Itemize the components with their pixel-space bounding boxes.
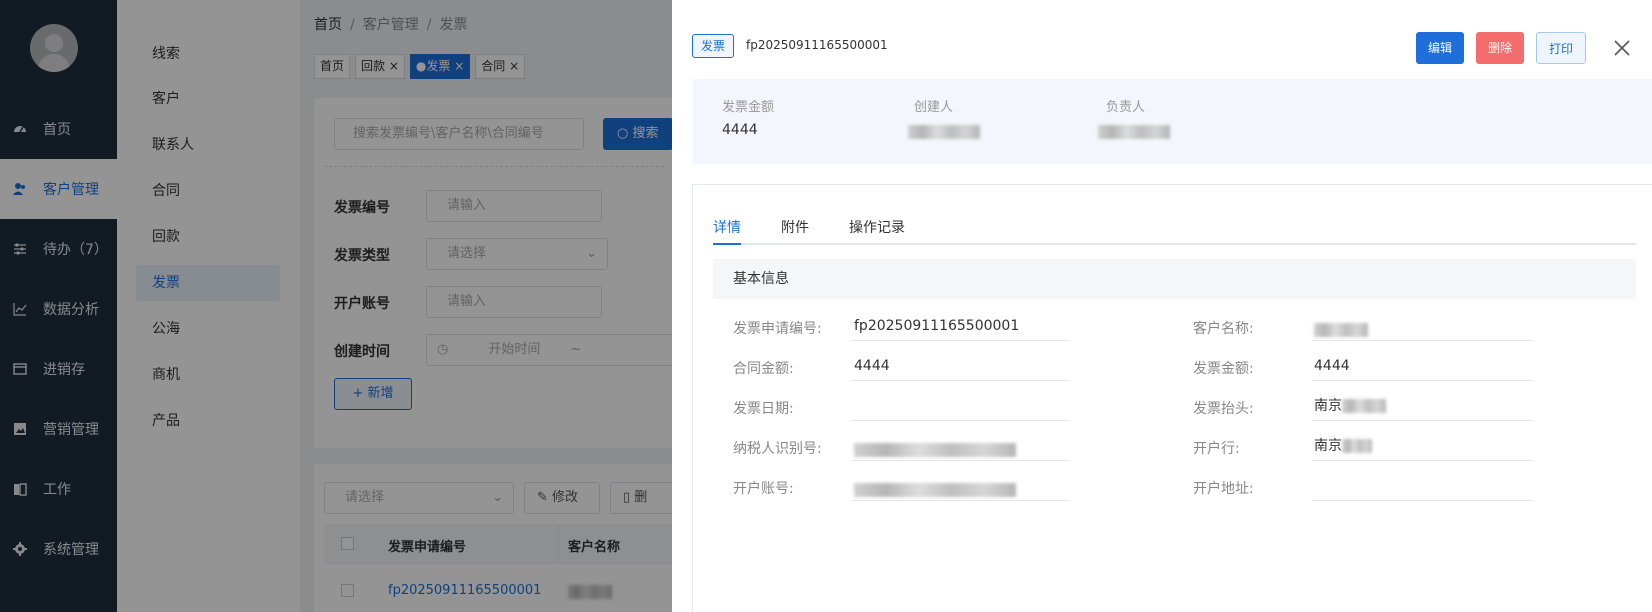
close-icon[interactable] [1612, 38, 1632, 58]
summary-bar: 发票金额 4444 创建人 负责人 [692, 79, 1652, 164]
invoice-title-label: 发票抬头: [1193, 401, 1254, 417]
owner-label: 负责人 [1106, 100, 1146, 115]
contract-amount-label: 合同金额: [733, 361, 794, 377]
bank-label: 开户行: [1193, 441, 1240, 457]
invoice-amount-label: 发票金额: [1193, 361, 1254, 377]
taxpayer-id-label: 纳税人识别号: [733, 441, 822, 457]
print-button[interactable]: 打印 [1536, 32, 1587, 64]
owner-value [1098, 124, 1170, 140]
amount-label: 发票金额 [722, 100, 775, 115]
amount-value: 4444 [722, 122, 758, 138]
invoice-title-value: 南京 [1312, 395, 1532, 421]
invoice-date-label: 发票日期: [733, 401, 794, 417]
edit-button[interactable]: 编辑 [1416, 32, 1465, 64]
contract-amount-value: 4444 [852, 355, 1070, 381]
tab-attachments[interactable]: 附件 [781, 217, 809, 237]
apply-no-value: fp20250911165500001 [852, 315, 1070, 341]
tab-operation-log[interactable]: 操作记录 [849, 217, 905, 237]
customer-name-value [1312, 315, 1532, 341]
address-value [1312, 475, 1532, 501]
section-basic-info: 基本信息 [713, 259, 1636, 299]
customer-name-label: 客户名称: [1193, 321, 1254, 337]
invoice-amount-value: 4444 [1312, 355, 1532, 381]
account-no-value [852, 475, 1070, 501]
drawer-type-tag: 发票 [692, 34, 735, 58]
account-no-label: 开户账号: [733, 481, 794, 497]
drawer-invoice-number: fp20250911165500001 [746, 38, 888, 52]
delete-button[interactable]: 删除 [1476, 32, 1525, 64]
taxpayer-id-value [852, 435, 1070, 461]
detail-content: 详情 附件 操作记录 基本信息 发票申请编号: fp20250911165500… [692, 184, 1652, 612]
invoice-detail-drawer: 发票 fp20250911165500001 编辑 删除 打印 发票金额 444… [672, 0, 1652, 612]
address-label: 开户地址: [1193, 481, 1254, 497]
creator-value [908, 124, 980, 140]
tab-underline [713, 243, 1636, 245]
tab-details[interactable]: 详情 [713, 217, 741, 237]
modal-overlay[interactable] [0, 0, 672, 612]
invoice-date-value [852, 395, 1070, 421]
bank-value: 南京 [1312, 435, 1532, 461]
apply-no-label: 发票申请编号: [733, 321, 822, 337]
creator-label: 创建人 [914, 100, 954, 115]
